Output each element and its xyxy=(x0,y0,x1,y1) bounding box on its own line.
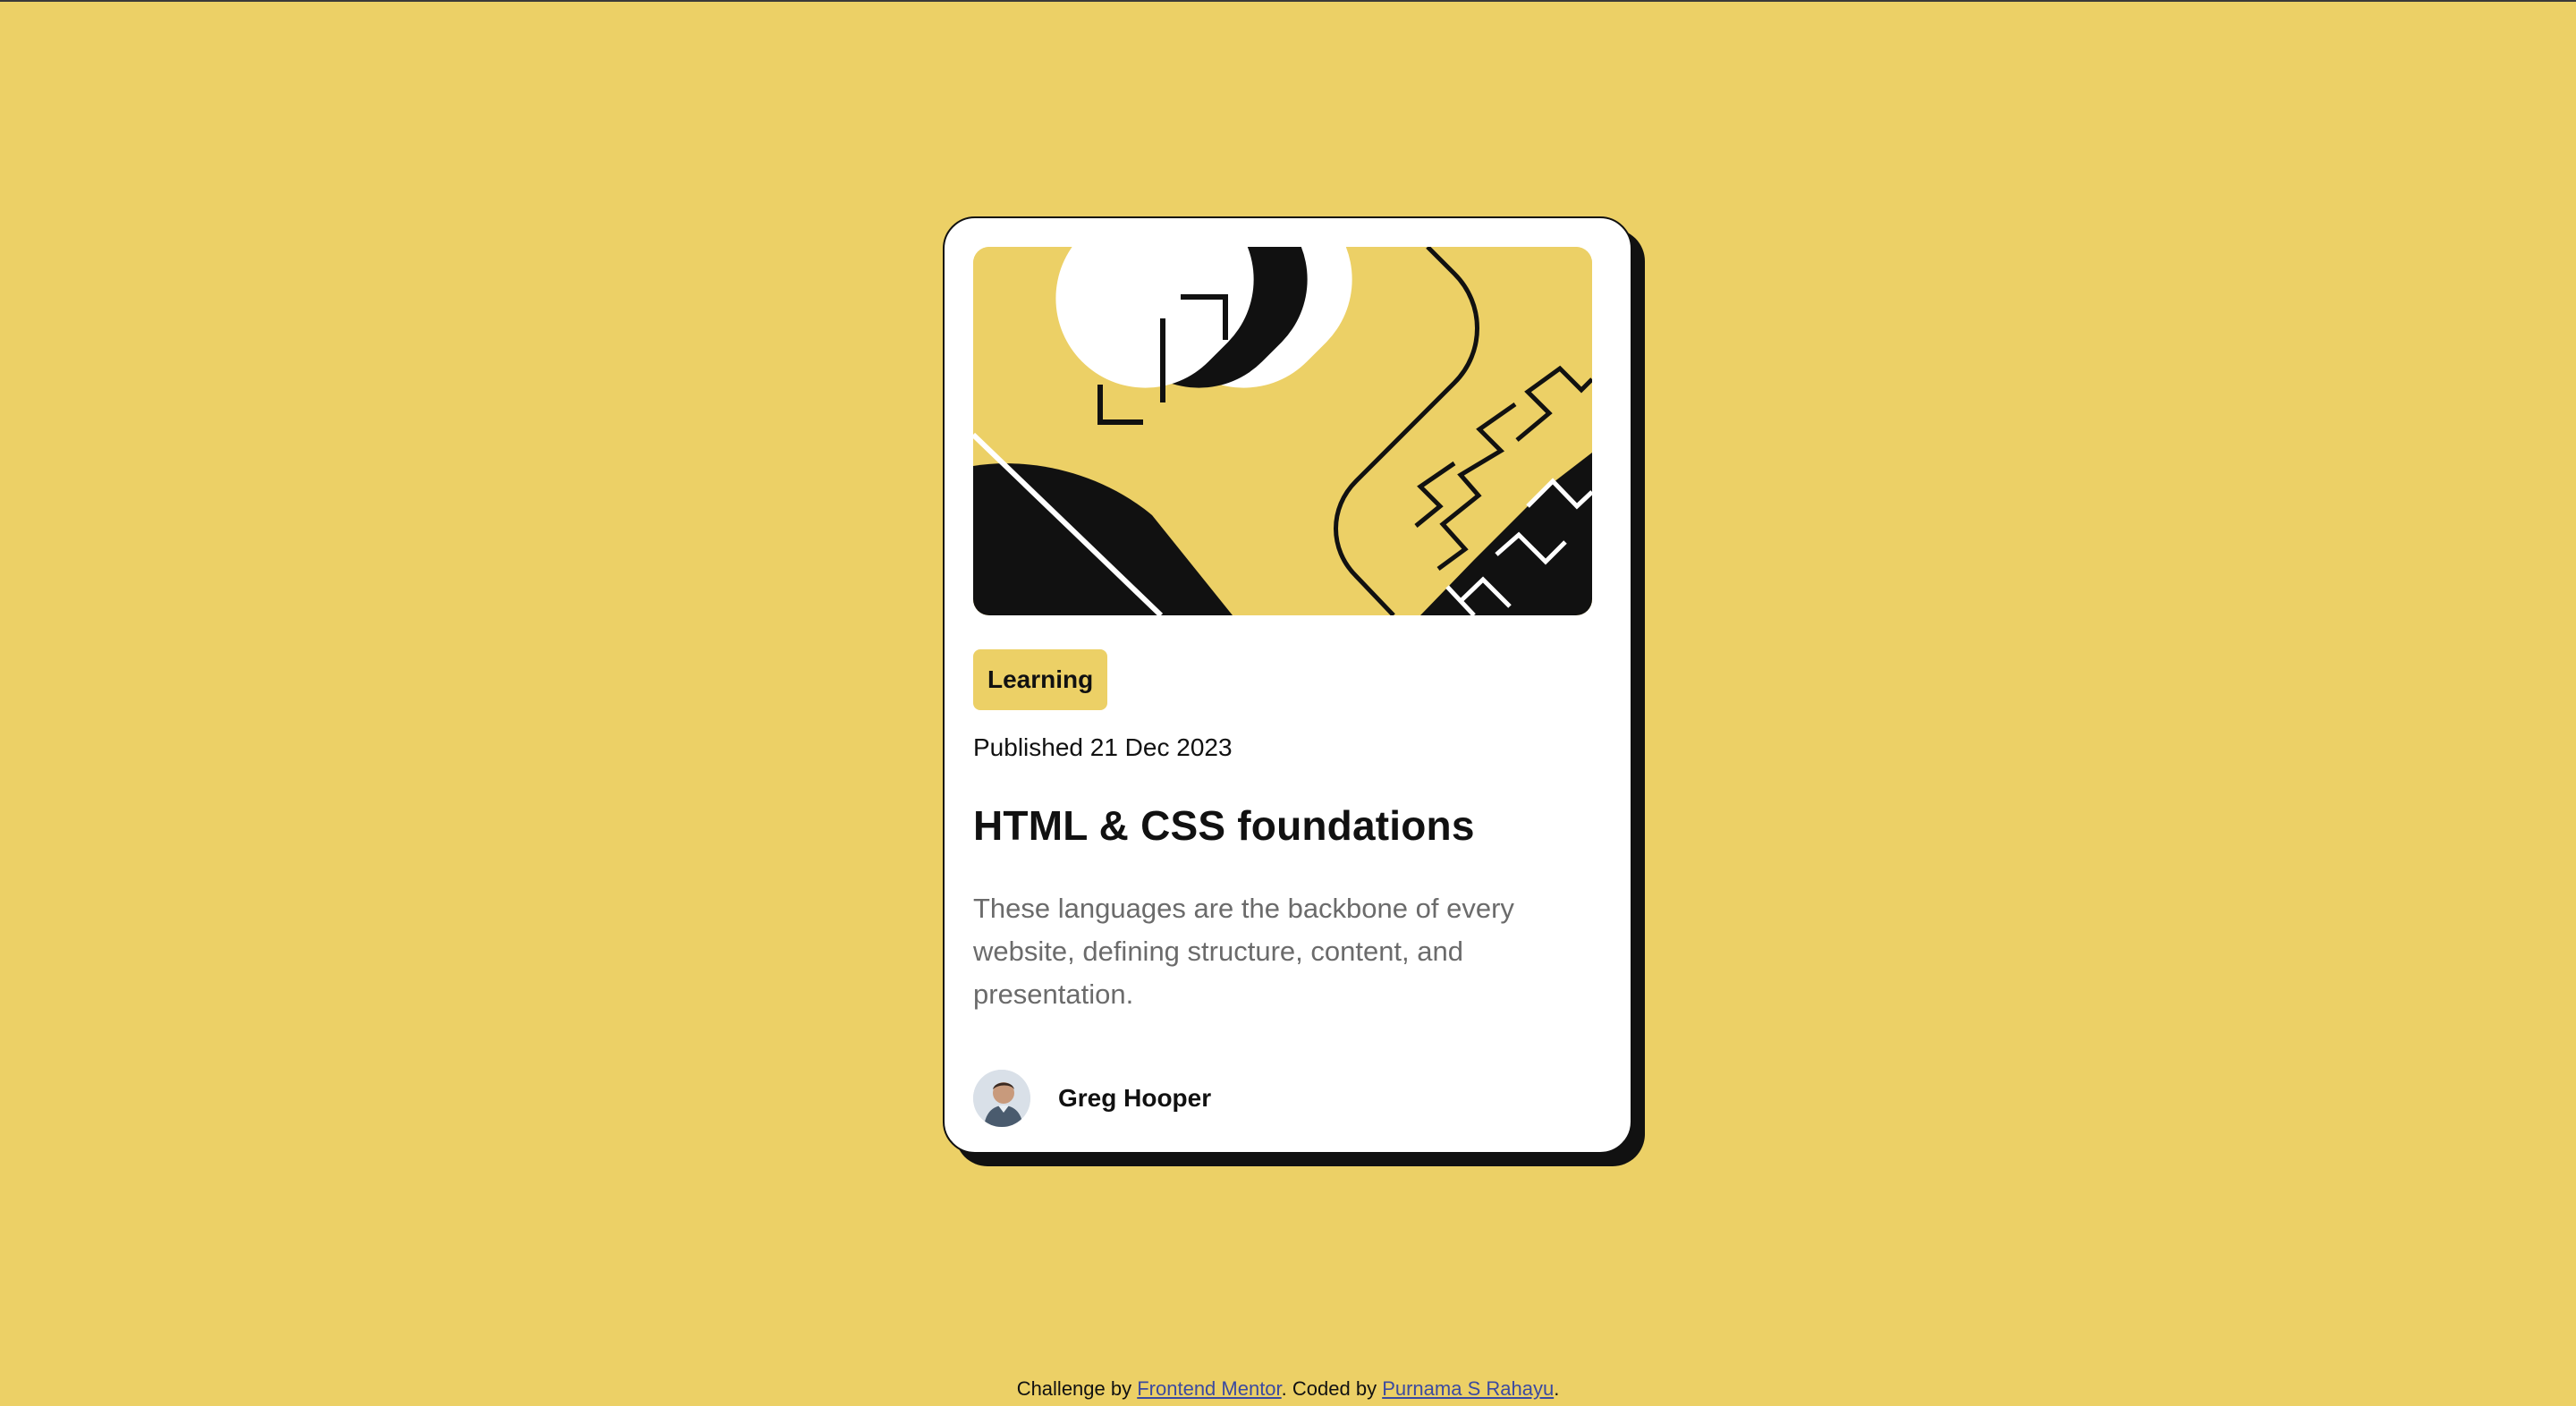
author-name: Greg Hooper xyxy=(1058,1084,1212,1112)
category-tag: Learning xyxy=(973,649,1108,710)
author-avatar xyxy=(973,1070,1030,1127)
footer-middle: . Coded by xyxy=(1281,1377,1383,1400)
blog-preview-card: Learning Published 21 Dec 2023 HTML & CS… xyxy=(943,216,1632,1154)
hero-illustration xyxy=(973,247,1592,615)
attribution-footer: Challenge by Frontend Mentor. Coded by P… xyxy=(0,1377,2576,1401)
author-link[interactable]: Purnama S Rahayu xyxy=(1382,1377,1554,1400)
card-description: These languages are the backbone of ever… xyxy=(973,893,1514,1010)
author: Greg Hooper xyxy=(973,1070,1211,1127)
frontend-mentor-link[interactable]: Frontend Mentor xyxy=(1137,1377,1281,1400)
card-title[interactable]: HTML & CSS foundations xyxy=(973,801,1475,850)
footer-suffix: . xyxy=(1554,1377,1560,1400)
footer-prefix: Challenge by xyxy=(1016,1377,1138,1400)
published-date: Published 21 Dec 2023 xyxy=(973,733,1233,761)
